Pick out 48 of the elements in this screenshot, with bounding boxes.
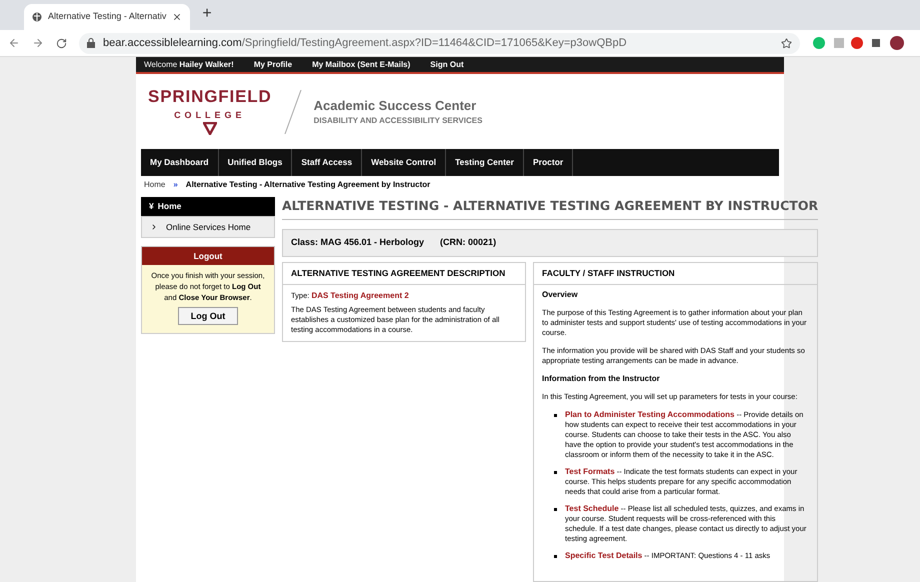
logout-title: Logout — [142, 247, 274, 266]
top-link[interactable]: My Profile — [254, 58, 292, 71]
page-title: ALTERNATIVE TESTING - ALTERNATIVE TESTING AGREEMENT BY INSTRUCTOR — [282, 197, 818, 220]
bullet-icon — [554, 555, 557, 558]
close-icon[interactable] — [172, 12, 182, 22]
chevron-icon: ¥ — [149, 200, 154, 214]
nav-tab[interactable]: Website Control — [362, 149, 446, 176]
star-icon[interactable] — [781, 38, 792, 48]
lock-icon — [87, 38, 95, 48]
forward-icon[interactable] — [32, 37, 44, 49]
header-subtitle: DISABILITY AND ACCESSIBILITY SERVICES — [314, 115, 482, 128]
nav-tab[interactable]: Unified Blogs — [218, 149, 292, 176]
url-text: bear.accessiblelearning.com/Springfield/TestingAgreement.aspx?ID=11464&CID=171065&Key=p3owQBpD — [103, 36, 627, 51]
section-heading: Information from the Instructor — [542, 374, 661, 384]
reload-icon[interactable] — [56, 38, 67, 48]
nav-tab[interactable]: Staff Access — [292, 149, 362, 176]
top-link[interactable]: My Mailbox (Sent E-Mails) — [312, 58, 410, 71]
welcome-text: Welcome Hailey Walker! — [144, 58, 234, 71]
heading-text: Home — [158, 200, 182, 214]
class-text: Class: MAG 456.01 - Herbology — [291, 236, 424, 250]
back-icon[interactable] — [8, 37, 20, 49]
nav-tab[interactable]: Testing Center — [446, 149, 524, 176]
breadcrumb-separator: » — [173, 178, 178, 191]
crn-text: (CRN: 00021) — [440, 236, 496, 250]
top-link[interactable]: Sign Out — [430, 58, 464, 71]
bullet-icon — [554, 508, 557, 511]
section-heading: Overview — [542, 290, 579, 300]
bullet-icon — [554, 414, 557, 417]
new-tab-button[interactable]: + — [202, 2, 212, 26]
logo-wordmark: SPRINGFIELD — [148, 88, 272, 105]
slash-divider — [284, 90, 302, 134]
bullet-icon — [554, 471, 557, 474]
breadcrumb-link[interactable]: Home — [144, 178, 166, 191]
panel-title: FACULTY / STAFF INSTRUCTION — [534, 263, 818, 285]
header-title: Academic Success Center — [314, 96, 478, 115]
breadcrumb-current: Alternative Testing - Alternative Testing Agreement by Instructor — [186, 178, 430, 191]
tab-title: Alternative Testing - Alternativ — [48, 10, 166, 24]
nav-tab[interactable]: Proctor — [524, 149, 574, 176]
triangle-logo-icon — [202, 122, 217, 136]
browser-tab[interactable]: Alternative Testing - Alternativ — [24, 4, 190, 30]
logo-subtitle: COLLEGE — [174, 108, 246, 122]
chevron-right-icon — [150, 223, 158, 232]
nav-tab[interactable]: My Dashboard — [141, 149, 219, 176]
address-bar[interactable]: bear.accessiblelearning.com/Springfield/TestingAgreement.aspx?ID=11464&CID=171065&Key=p3owQBpD — [79, 32, 800, 54]
sidebar-heading[interactable]: ¥ Home — [141, 197, 275, 216]
logout-button[interactable]: Log Out — [178, 307, 238, 326]
sidebar-item[interactable]: Online Services Home — [141, 216, 275, 238]
panel-title: ALTERNATIVE TESTING AGREEMENT DESCRIPTION — [283, 263, 525, 285]
